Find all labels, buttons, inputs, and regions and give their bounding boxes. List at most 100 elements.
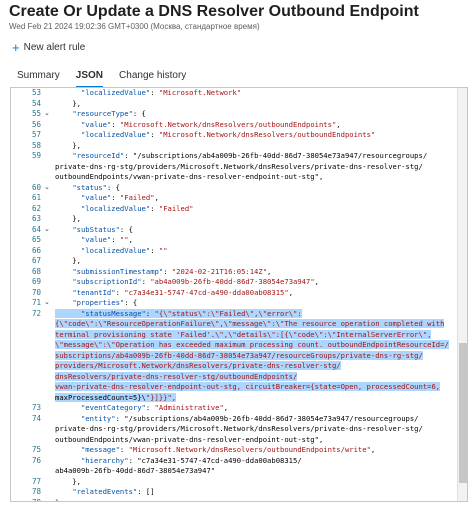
line-number: 66 [31, 245, 41, 255]
line-number: 71 [31, 298, 41, 307]
code-text: }, [55, 98, 81, 108]
code-text: "localizedValue": "Microsoft.Network/dns… [80, 130, 376, 139]
tab-summary[interactable]: Summary [10, 70, 68, 88]
code-text: "localizedValue": "" [80, 245, 168, 255]
code-line: 61 "value": "Failed", [11, 193, 458, 204]
code-line: 55 ⌄ "resourceType": { [11, 109, 458, 120]
code-line: private-dns-rg-stg/providers/Microsoft.N… [11, 424, 458, 435]
code-line: terminal provisioning state 'Failed'.\",… [11, 329, 458, 341]
code-text: {\"code\":\"ResourceOperationFailure\",\… [55, 319, 445, 328]
code-line: 58 }, [11, 141, 458, 152]
code-text: }, [55, 140, 81, 150]
page-title: Create Or Update a DNS Resolver Outbound… [9, 3, 419, 20]
line-number: 68 [31, 266, 41, 276]
code-line: dnsResolvers/private-dns-resolver-stg/ou… [11, 371, 458, 383]
code-line: 70 "tenantId": "c7a34e31-5747-47cd-a490-… [11, 288, 458, 299]
new-alert-rule-label: New alert rule [23, 42, 86, 53]
line-number: 69 [31, 277, 41, 286]
line-number: 57 [31, 130, 41, 139]
line-number: 79 [31, 497, 41, 502]
code-line: ab4a009b-26fb-40dd-86d7-38054e73a947" [11, 466, 458, 477]
code-text: "entity": "/subscriptions/ab4a009b-26fb-… [80, 413, 419, 423]
code-text: "localizedValue": "Failed" [80, 203, 194, 213]
code-text: private-dns-rg-stg/providers/Microsoft.N… [55, 161, 423, 171]
fold-chevron-icon[interactable]: ⌄ [44, 109, 54, 120]
fold-chevron-icon[interactable]: ⌄ [44, 298, 54, 309]
code-text: ab4a009b-26fb-40dd-86d7-38054e73a947" [55, 466, 216, 475]
tab-bar: Summary JSON Change history [10, 70, 194, 88]
line-number: 56 [31, 119, 41, 129]
fold-chevron-icon[interactable]: ⌄ [44, 225, 54, 236]
fold-chevron-icon[interactable]: ⌄ [44, 183, 54, 194]
code-line: 78 "relatedEvents": [] [11, 487, 458, 498]
tab-change-history[interactable]: Change history [111, 70, 194, 88]
code-line: {\"code\":\"ResourceOperationFailure\",\… [11, 319, 458, 330]
code-text: private-dns-rg-stg/providers/Microsoft.N… [55, 424, 423, 433]
code-line: outboundEndpoints/vwan-private-dns-resol… [11, 172, 458, 183]
line-number: 75 [31, 445, 41, 454]
code-line: 60 ⌄ "status": { [11, 183, 458, 194]
code-line: \"message\":\"Operation has exceeded max… [11, 340, 458, 351]
code-line: 66 "localizedValue": "" [11, 246, 458, 257]
line-number: 53 [31, 88, 41, 97]
line-number: 54 [31, 98, 41, 108]
code-text: "statusMessage": "{\"status\":\"Failed\"… [55, 308, 458, 320]
code-line: maxProcessedCount=5}\"}]}}", [11, 392, 458, 404]
json-editor[interactable]: 53 "localizedValue": "Microsoft.Network"… [10, 87, 468, 502]
plus-icon: + [12, 39, 20, 55]
code-text: "status": { [72, 182, 120, 192]
code-text: "message": "Microsoft.Network/dnsResolve… [80, 445, 376, 454]
code-line: 69 "subscriptionId": "ab4a009b-26fb-40dd… [11, 277, 458, 288]
code-text: "resourceType": { [72, 109, 146, 118]
tab-json[interactable]: JSON [68, 70, 111, 88]
line-number: 76 [31, 455, 41, 465]
code-line: 68 "submissionTimestamp": "2024-02-21T16… [11, 267, 458, 278]
code-text: "resourceId": "/subscriptions/ab4a009b-2… [72, 151, 428, 160]
code-line: 56 "value": "Microsoft.Network/dnsResolv… [11, 120, 458, 131]
code-line: 54 }, [11, 99, 458, 110]
code-line: 53 "localizedValue": "Microsoft.Network" [11, 88, 458, 99]
code-text: terminal provisioning state 'Failed'.\",… [55, 329, 432, 339]
line-number: 60 [31, 182, 41, 192]
code-text: } [55, 497, 60, 502]
code-line: vwan-private-dns-resolver-endpoint-out-s… [11, 382, 458, 393]
code-text: "tenantId": "c7a34e31-5747-47cd-a490-dda… [72, 287, 294, 297]
code-line: subscriptions/ab4a009b-26fb-40dd-86d7-38… [11, 350, 458, 362]
code-text: "localizedValue": "Microsoft.Network" [80, 88, 242, 97]
line-number: 58 [31, 140, 41, 150]
code-text: "hierarchy": "c7a34e31-5747-47cd-a490-dd… [80, 455, 302, 465]
code-line: 62 "localizedValue": "Failed" [11, 204, 458, 215]
code-text: outboundEndpoints/vwan-private-dns-resol… [55, 434, 324, 444]
code-text: dnsResolvers/private-dns-resolver-stg/ou… [55, 371, 298, 381]
code-line: 74 "entity": "/subscriptions/ab4a009b-26… [11, 414, 458, 425]
line-number: 78 [31, 487, 41, 496]
new-alert-rule-button[interactable]: + New alert rule [12, 39, 86, 55]
code-text: vwan-private-dns-resolver-endpoint-out-s… [55, 382, 441, 391]
code-line: 65 "value": "", [11, 235, 458, 246]
code-text: "value": "", [80, 235, 133, 244]
code-line: 57 "localizedValue": "Microsoft.Network/… [11, 130, 458, 141]
code-line: 59 "resourceId": "/subscriptions/ab4a009… [11, 151, 458, 162]
line-number: 70 [31, 287, 41, 297]
line-number: 55 [31, 109, 41, 118]
editor-scrollbar[interactable] [457, 88, 467, 501]
code-line: outboundEndpoints/vwan-private-dns-resol… [11, 435, 458, 446]
code-text: "relatedEvents": [] [72, 487, 155, 496]
code-line: 73 "eventCategory": "Administrative", [11, 403, 458, 414]
code-text: "subscriptionId": "ab4a009b-26fb-40dd-86… [72, 277, 319, 286]
code-text: providers/Microsoft.Network/dnsResolvers… [55, 361, 341, 370]
line-number: 74 [31, 413, 41, 423]
code-line: 72 "statusMessage": "{\"status\":\"Faile… [11, 308, 458, 320]
code-line: 64 ⌄ "subStatus": { [11, 225, 458, 236]
code-line: 76 "hierarchy": "c7a34e31-5747-47cd-a490… [11, 456, 458, 467]
line-number: 77 [31, 476, 41, 486]
code-text: maxProcessedCount=5}\"}]}}", [55, 392, 177, 402]
code-line: 63 }, [11, 214, 458, 225]
code-text: "eventCategory": "Administrative", [80, 403, 229, 412]
code-text: "properties": { [72, 298, 138, 307]
scrollbar-thumb[interactable] [459, 343, 467, 483]
code-text: }, [55, 256, 81, 265]
line-number: 59 [31, 151, 41, 160]
code-text: "subStatus": { [72, 224, 133, 234]
code-line: 67 }, [11, 256, 458, 267]
